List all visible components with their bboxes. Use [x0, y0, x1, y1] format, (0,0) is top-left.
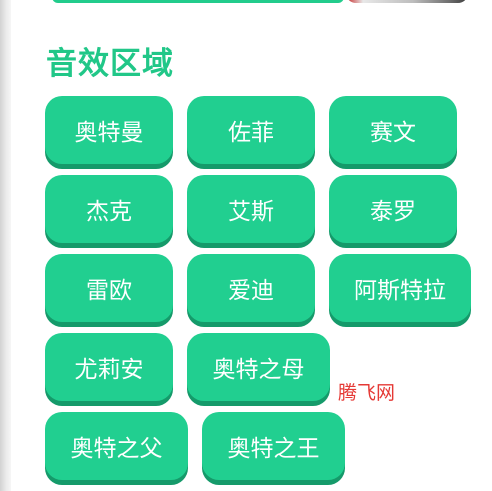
sound-button-seven[interactable]: 赛文: [329, 96, 457, 164]
top-strip: [0, 0, 492, 8]
sound-button-leo[interactable]: 雷欧: [45, 254, 173, 322]
sound-button-zoffy[interactable]: 佐菲: [187, 96, 315, 164]
sound-button-yullian[interactable]: 尤莉安: [45, 333, 173, 401]
sound-button-ultraman-king[interactable]: 奥特之王: [202, 412, 345, 480]
top-green-bar: [52, 0, 344, 3]
window-left-edge: [0, 0, 11, 491]
sound-button-80[interactable]: 爱迪: [187, 254, 315, 322]
sound-button-mother-of-ultra[interactable]: 奥特之母: [187, 333, 330, 401]
sound-button-jack[interactable]: 杰克: [45, 175, 173, 243]
top-image-thumbnail[interactable]: [346, 0, 468, 3]
sound-button-ultraman[interactable]: 奥特曼: [45, 96, 173, 164]
watermark-text: 腾飞网: [338, 382, 396, 404]
sound-button-taro[interactable]: 泰罗: [329, 175, 457, 243]
sound-button-father-of-ultra[interactable]: 奥特之父: [45, 412, 188, 480]
section-title: 音效区域: [46, 46, 174, 82]
sound-button-astra[interactable]: 阿斯特拉: [329, 254, 471, 322]
sound-button-ace[interactable]: 艾斯: [187, 175, 315, 243]
